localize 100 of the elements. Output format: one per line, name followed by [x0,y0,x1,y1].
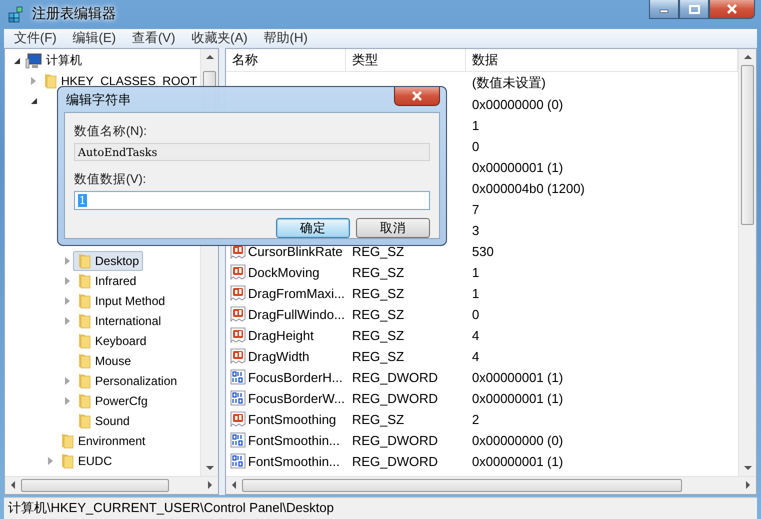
value-data: 1 [472,118,480,133]
value-data: 0x00000001 (1) [472,160,564,175]
tree-item[interactable]: Keyboard [73,330,150,351]
folder-icon [76,412,92,429]
tree-item[interactable]: EUDC [56,450,116,471]
value-name: DragFromMaxi... [248,286,345,301]
close-icon [726,4,738,14]
binary-value-icon [230,369,246,386]
expand-arrow-icon[interactable] [65,276,70,285]
vertical-scrollbar[interactable] [738,48,756,476]
value-data: 4 [472,348,480,364]
expand-arrow-icon[interactable] [31,76,36,85]
folder-icon [59,432,75,449]
value-name: DragWidth [248,348,310,364]
dialog-title: 编辑字符串 [65,90,131,108]
value-name: FontSmoothin... [248,454,340,469]
value-type: REG_DWORD [352,454,438,469]
expand-arrow-icon[interactable] [65,376,70,385]
expand-arrow-icon[interactable] [65,296,70,305]
horizontal-scrollbar[interactable] [226,476,756,494]
close-button[interactable] [709,0,755,19]
folder-icon [76,372,92,389]
folder-icon [59,452,75,469]
value-data: 0x000004b0 (1200) [472,180,585,196]
tree-item[interactable]: Personalization [73,370,182,391]
value-name: FocusBorderH... [248,370,343,385]
binary-value-icon [230,432,246,448]
minimize-button[interactable] [649,0,679,19]
folder-icon [76,392,92,409]
folder-icon [76,252,92,269]
value-data: 7 [472,202,480,217]
string-value-icon [230,264,246,280]
binary-value-icon [230,390,246,406]
string-value-icon [230,348,246,364]
value-type: REG_DWORD [352,432,438,448]
tree-item[interactable]: 计算机 [22,50,86,72]
value-name: CursorBlinkRate [248,244,343,259]
menu-item[interactable]: 编辑(E) [66,29,122,48]
status-bar: 计算机\HKEY_CURRENT_USER\Control Panel\Desktop [4,496,757,519]
cancel-button[interactable]: 取消 [356,218,430,238]
expand-arrow-icon[interactable] [48,456,53,465]
tree-item[interactable]: Input Method [73,290,170,311]
tree-item[interactable]: International [73,310,166,331]
folder-icon [76,272,92,289]
menu-item[interactable]: 帮助(H) [258,29,314,48]
column-header[interactable]: 名称 [226,48,346,71]
value-data: 0 [472,138,480,154]
tree-item[interactable]: Sound [73,410,134,431]
window-title: 注册表编辑器 [32,5,116,24]
tree-item[interactable]: Infrared [73,270,140,291]
folder-icon [42,72,58,89]
value-name: FontSmoothing [248,412,336,427]
tree-item[interactable]: PowerCfg [73,390,152,411]
value-data: 1 [472,286,480,301]
value-name: DockMoving [248,264,320,280]
value-data: 0x00000001 (1) [472,390,564,406]
menu-item[interactable]: 文件(F) [8,29,63,48]
field-label: 数值名称(N): [74,123,148,140]
menu-item[interactable]: 查看(V) [126,29,182,48]
folder-icon [76,312,92,329]
value-name: FocusBorderW... [248,390,345,406]
tree-item[interactable]: Environment [56,430,150,451]
column-header[interactable]: 类型 [346,48,466,71]
value-name: DragHeight [248,328,314,343]
value-type: REG_SZ [352,348,404,364]
folder-icon [76,332,92,349]
value-type: REG_DWORD [352,370,438,385]
maximize-button[interactable] [679,0,709,19]
string-value-icon [230,306,246,322]
expand-arrow-icon[interactable] [65,316,70,325]
value-data: 0x00000001 (1) [472,454,564,469]
close-button[interactable] [394,87,440,106]
close-icon [411,91,423,101]
field-label: 数值数据(V): [74,171,148,188]
value-data: 1 [472,264,480,280]
value-data: 530 [472,244,494,259]
value-name: FontSmoothin... [248,432,340,448]
tree-item[interactable]: HKEY_CLASSES_ROOT [39,70,200,91]
value-type: REG_SZ [352,412,404,427]
ok-button[interactable]: 确定 [276,218,350,238]
value-name-field[interactable]: AutoEndTasks [74,143,430,161]
tree-item[interactable]: Desktop [73,250,144,271]
value-data: 3 [472,222,480,238]
value-type: REG_SZ [352,306,404,322]
collapse-arrow-icon[interactable] [14,58,20,64]
horizontal-scrollbar[interactable] [5,476,218,494]
value-type: REG_SZ [352,328,404,343]
maximize-icon [688,4,700,14]
collapse-arrow-icon[interactable] [30,98,36,104]
folder-icon [76,352,92,369]
computer-icon [25,52,43,69]
menu-item[interactable]: 收藏夹(A) [185,29,254,48]
value-type: REG_SZ [352,264,404,280]
expand-arrow-icon[interactable] [65,396,70,405]
value-data: 0x00000001 (1) [472,370,564,385]
value-data: 4 [472,328,480,343]
string-value-icon [230,411,246,428]
value-data: 0x00000000 (0) [472,432,564,448]
binary-value-icon [230,453,246,470]
tree-item[interactable]: Mouse [73,350,136,371]
